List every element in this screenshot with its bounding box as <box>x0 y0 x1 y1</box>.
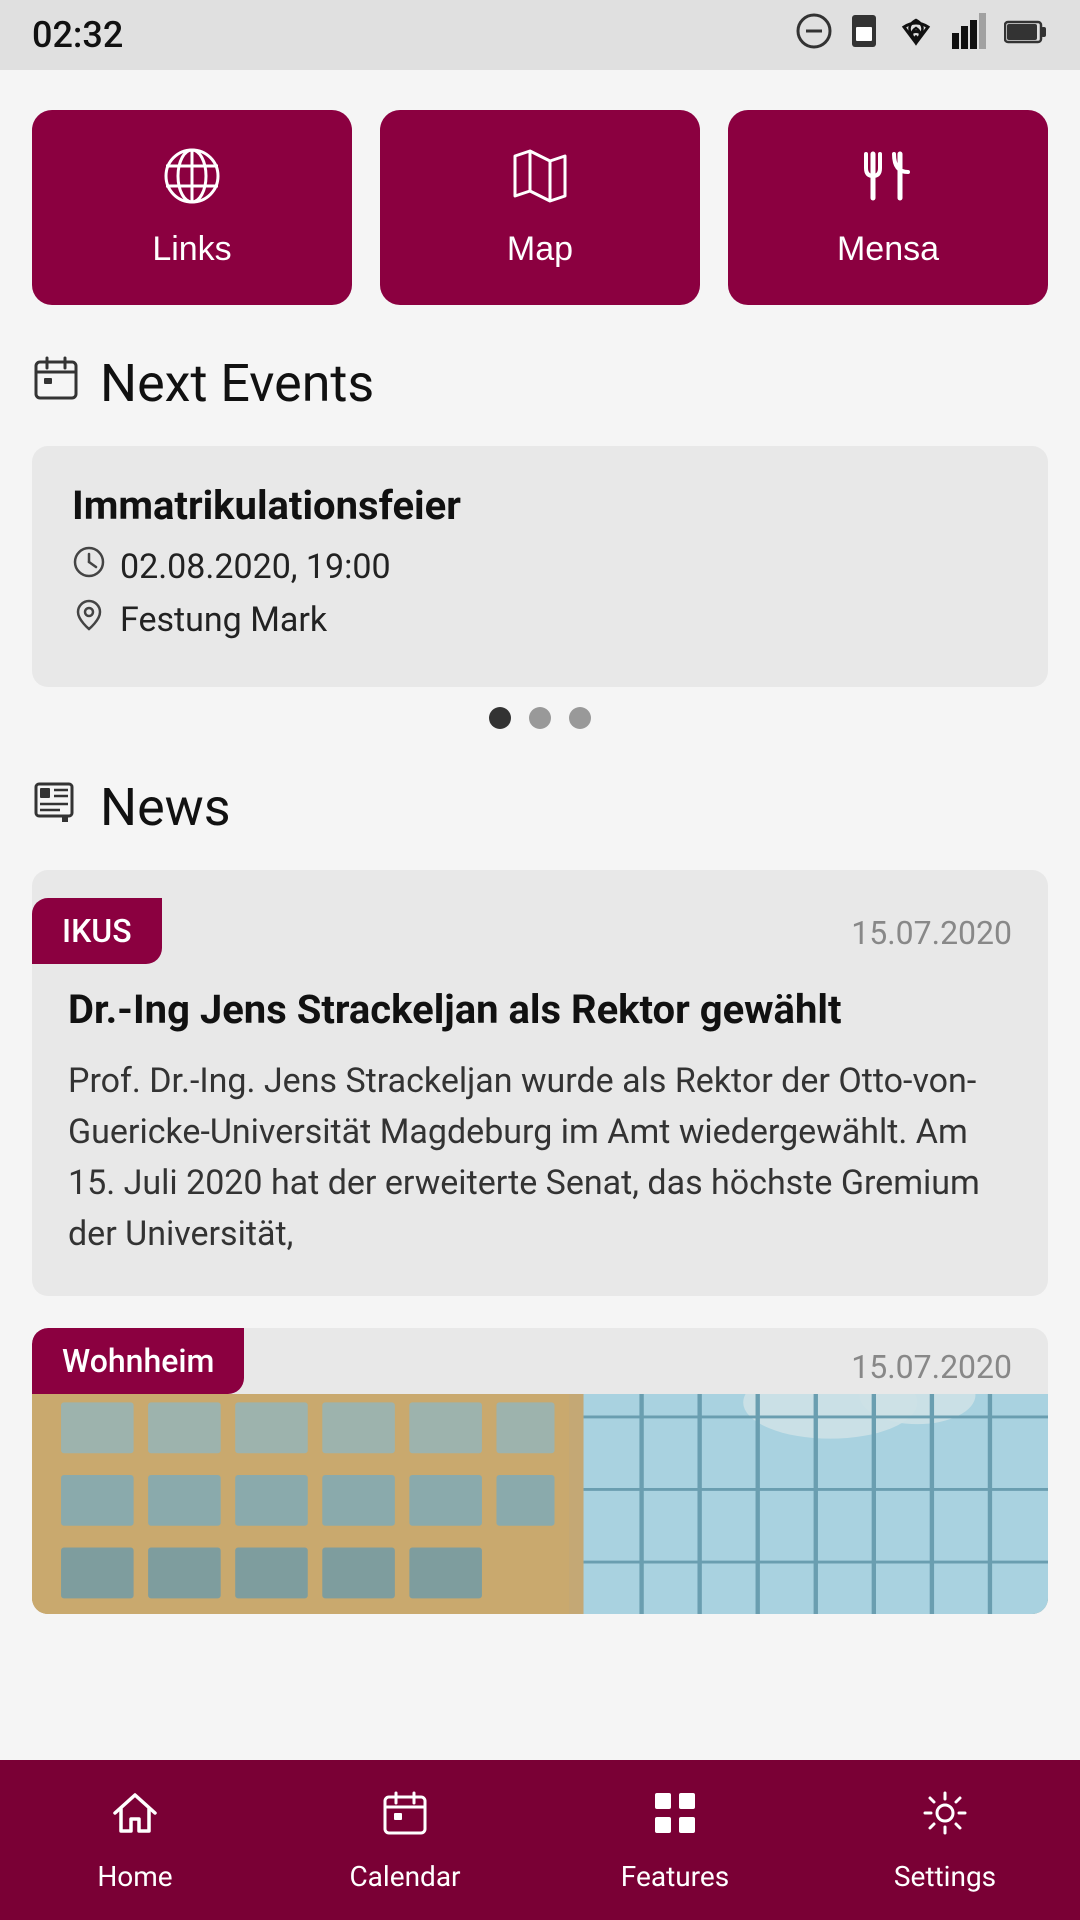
news-card-1-header: IKUS 15.07.2020 <box>32 870 1048 964</box>
news-tag-2: Wohnheim <box>32 1328 244 1394</box>
mensa-label: Mensa <box>837 230 939 269</box>
dot-1[interactable] <box>489 707 511 729</box>
news-date-1: 15.07.2020 <box>851 898 1012 952</box>
news-tag-1: IKUS <box>32 898 162 964</box>
status-time: 02:32 <box>32 14 123 56</box>
nav-features-label: Features <box>621 1860 729 1893</box>
quick-actions: Links Map Mens <box>32 110 1048 305</box>
nav-home[interactable]: Home <box>0 1787 270 1893</box>
news-card-2[interactable]: Wohnheim 15.07.2020 <box>32 1328 1048 1614</box>
news-title-1: Dr.-Ing Jens Strackeljan als Rektor gewä… <box>68 984 1012 1036</box>
news-title: News <box>100 777 231 838</box>
mensa-button[interactable]: Mensa <box>728 110 1048 305</box>
dot-2[interactable] <box>529 707 551 729</box>
nav-settings-label: Settings <box>894 1860 996 1893</box>
settings-nav-icon <box>919 1787 971 1852</box>
status-bar: 02:32 <box>0 0 1080 70</box>
event-card[interactable]: Immatrikulationsfeier 02.08.2020, 19:00 <box>32 446 1048 687</box>
pagination-dots <box>32 707 1048 729</box>
news-excerpt-1: Prof. Dr.-Ing. Jens Strackeljan wurde al… <box>68 1056 1012 1260</box>
news-card-2-header: Wohnheim 15.07.2020 <box>32 1328 1048 1394</box>
main-content: Links Map Mens <box>0 70 1080 1760</box>
status-icons <box>796 13 1048 57</box>
battery-icon <box>1004 16 1048 54</box>
news-image-2 <box>32 1394 1048 1614</box>
next-events-header: Next Events <box>32 353 1048 414</box>
nav-calendar-label: Calendar <box>349 1860 460 1893</box>
event-datetime-row: 02.08.2020, 19:00 <box>72 545 1008 588</box>
nav-features[interactable]: Features <box>540 1787 810 1893</box>
news-card-1-body: Dr.-Ing Jens Strackeljan als Rektor gewä… <box>32 964 1048 1296</box>
map-button[interactable]: Map <box>380 110 700 305</box>
next-events-title: Next Events <box>100 353 374 414</box>
globe-icon <box>162 146 222 216</box>
news-card-1[interactable]: IKUS 15.07.2020 Dr.-Ing Jens Strackeljan… <box>32 870 1048 1296</box>
home-nav-icon <box>109 1787 161 1852</box>
news-section: News IKUS 15.07.2020 Dr.-Ing Jens Strack… <box>32 777 1048 1614</box>
features-nav-icon <box>649 1787 701 1852</box>
nav-settings[interactable]: Settings <box>810 1787 1080 1893</box>
sim-icon <box>848 13 880 57</box>
links-label: Links <box>152 230 231 269</box>
links-button[interactable]: Links <box>32 110 352 305</box>
wifi-icon <box>896 15 936 55</box>
calendar-section-icon <box>32 354 80 414</box>
dnd-icon <box>796 13 832 57</box>
signal-icon <box>952 13 988 57</box>
nav-calendar[interactable]: Calendar <box>270 1787 540 1893</box>
calendar-nav-icon <box>379 1787 431 1852</box>
event-location-row: Festung Mark <box>72 598 1008 641</box>
event-location: Festung Mark <box>120 600 327 640</box>
bottom-nav: Home Calendar Features <box>0 1760 1080 1920</box>
clock-icon <box>72 545 106 588</box>
mensa-icon <box>858 146 918 216</box>
nav-home-label: Home <box>97 1860 172 1893</box>
events-container: Immatrikulationsfeier 02.08.2020, 19:00 <box>32 446 1048 687</box>
event-title: Immatrikulationsfeier <box>72 482 1008 529</box>
news-section-icon <box>32 778 80 838</box>
news-header: News <box>32 777 1048 838</box>
location-icon <box>72 598 106 641</box>
news-date-2: 15.07.2020 <box>851 1328 1012 1386</box>
event-datetime: 02.08.2020, 19:00 <box>120 547 391 587</box>
map-icon <box>510 146 570 216</box>
map-label: Map <box>507 230 573 269</box>
dot-3[interactable] <box>569 707 591 729</box>
